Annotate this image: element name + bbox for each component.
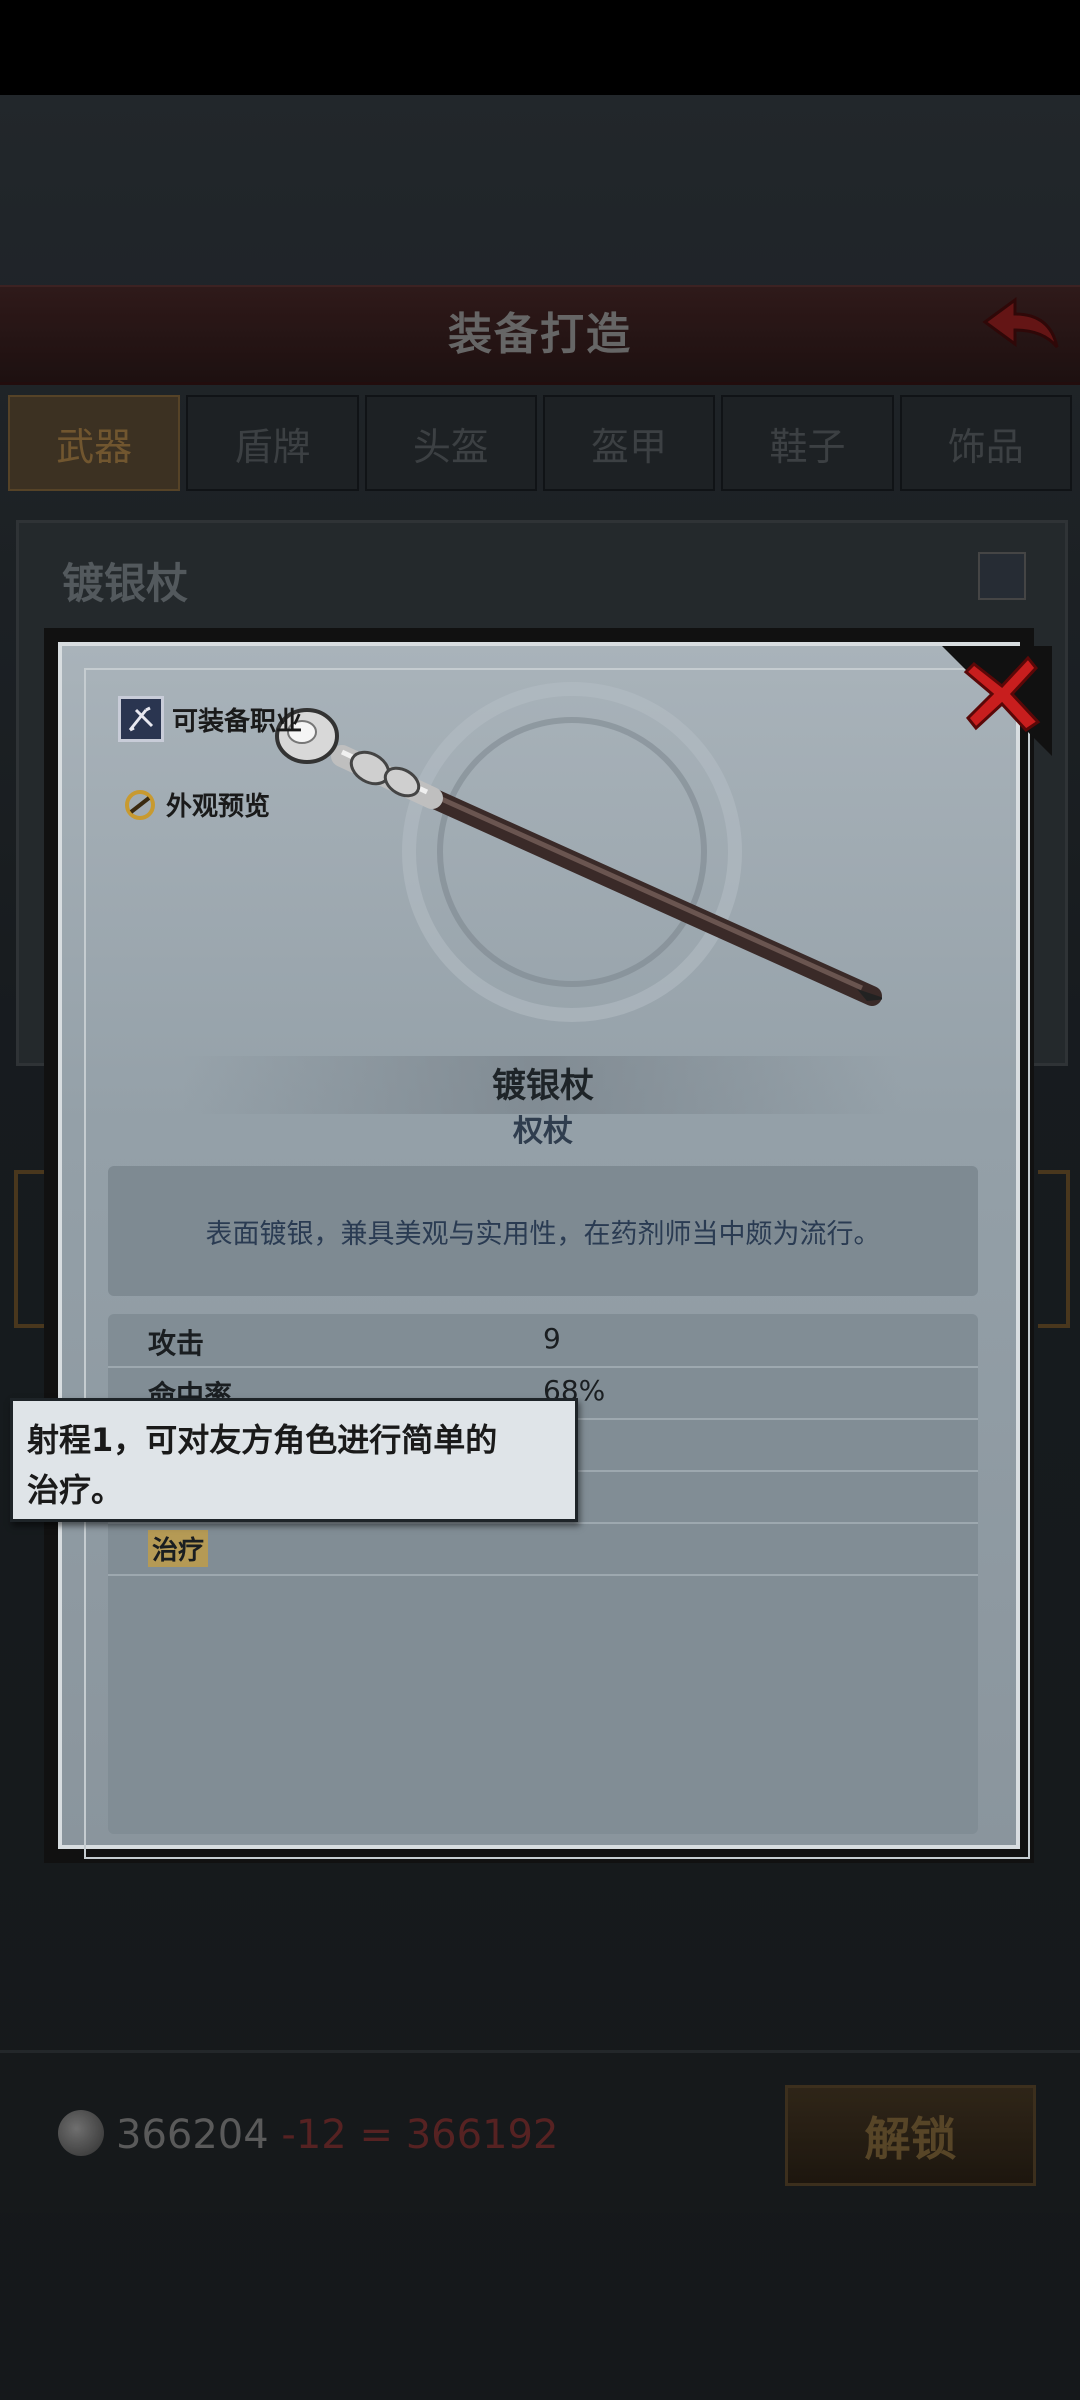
item-type: 权杖 [513,1114,573,1149]
close-icon[interactable] [962,654,1042,734]
item-description: 表面镀银，兼具美观与实用性，在药剂师当中颇为流行。 [205,1218,881,1250]
description-box: 表面镀银，兼具美观与实用性，在药剂师当中颇为流行。 [108,1166,978,1296]
stat-value: 9 [543,1322,561,1355]
staff-weapon-image [275,708,882,1006]
modal-body: 可装备职业 外观预览 镀银杖 权杖 表面镀银，兼具美观与实用性，在药剂师当中颇为… [58,642,1052,1859]
equippable-class-label: 可装备职业 [172,706,303,737]
tooltip-line-2: 治疗。 [27,1471,124,1509]
appearance-preview-label: 外观预览 [166,792,271,822]
stat-label: 攻击 [148,1327,205,1360]
item-detail-modal: 可装备职业 外观预览 镀银杖 权杖 表面镀银，兼具美观与实用性，在药剂师当中颇为… [44,628,1052,1863]
skill-tag-heal[interactable]: 治疗 [148,1530,209,1567]
status-bar [0,0,1080,95]
appearance-preview-button[interactable]: 外观预览 [122,786,270,823]
item-name: 镀银杖 [492,1066,594,1106]
equippable-class-button[interactable]: 可装备职业 [118,696,302,742]
class-icon [118,696,164,742]
stat-row: 攻击 9 [108,1314,978,1368]
skill-row: 治疗 [108,1522,978,1576]
stats-panel: 攻击 9 命中率 68% 3 治疗 [108,1314,978,1834]
skill-tooltip: 射程1，可对友方角色进行简单的 治疗。 [10,1398,578,1522]
preview-icon [122,787,158,823]
tooltip-line-1: 射程1，可对友方角色进行简单的 [27,1421,498,1459]
